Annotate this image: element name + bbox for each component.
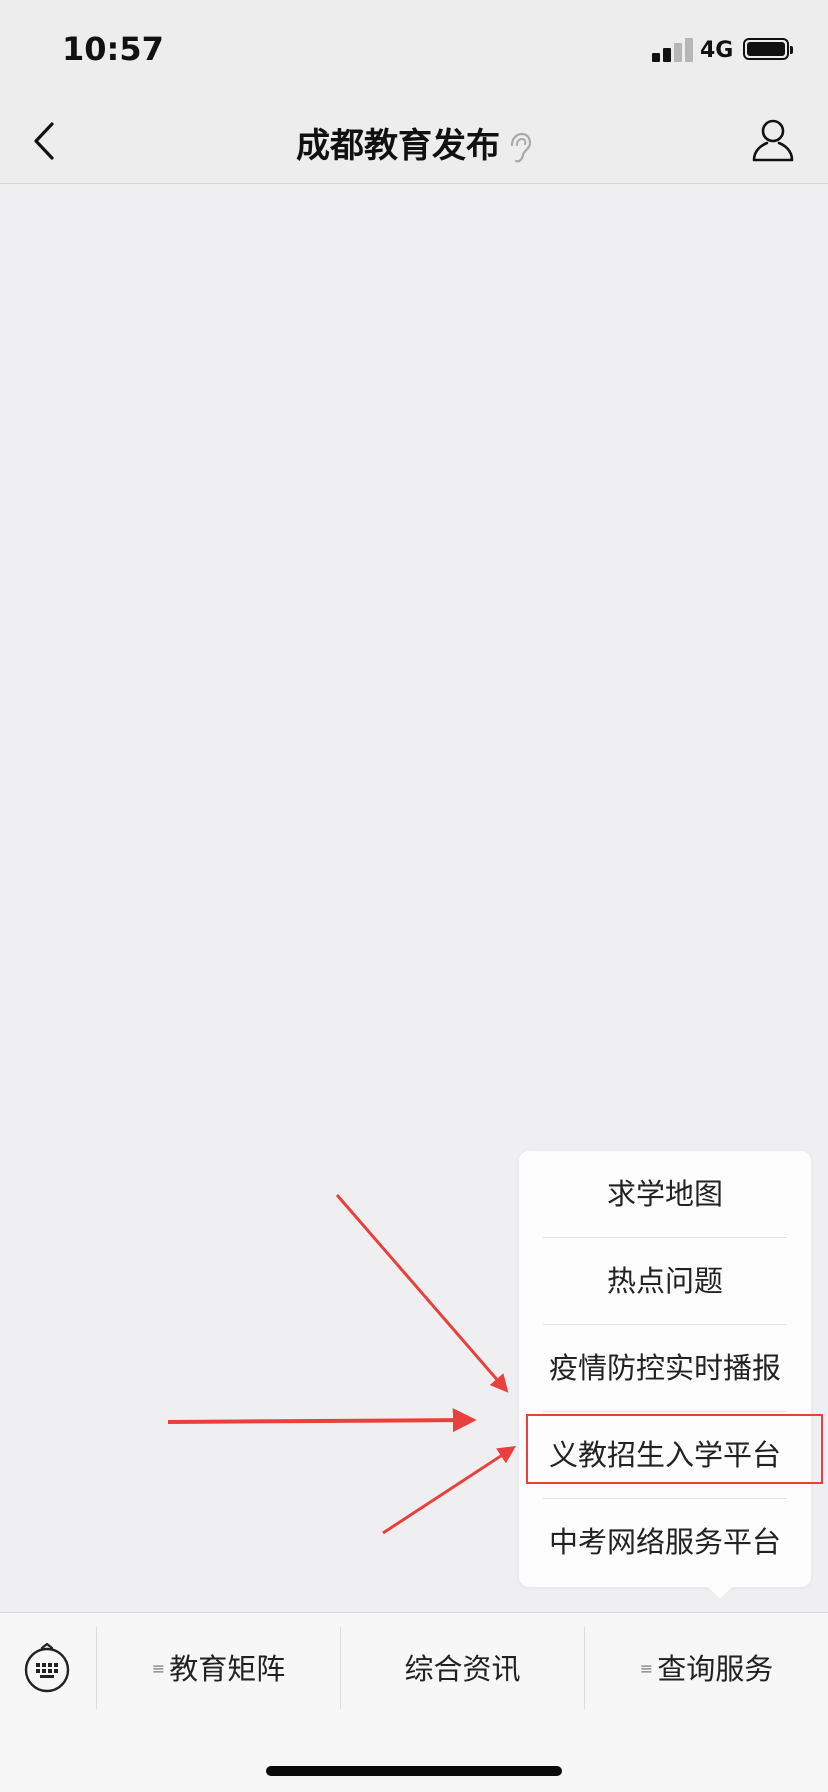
battery-icon xyxy=(743,38,793,60)
keyboard-icon xyxy=(24,1642,70,1693)
network-type: 4G xyxy=(700,38,734,63)
tab-label: 教育矩阵 xyxy=(169,1652,286,1686)
query-services-popup-menu: 求学地图 热点问题 疫情防控实时播报 义教招生入学平台 中考网络服务平台 xyxy=(519,1151,811,1599)
menu-item-study-map[interactable]: 求学地图 xyxy=(519,1151,811,1237)
ear-icon[interactable] xyxy=(506,131,532,165)
page-title-text: 成都教育发布 xyxy=(296,126,500,166)
menu-list-icon: ≡ xyxy=(151,1659,166,1678)
arrow-diagonal-up xyxy=(382,1446,517,1535)
menu-item-exam-service-platform[interactable]: 中考网络服务平台 xyxy=(519,1499,811,1585)
service-menu-bar: ≡ 教育矩阵 综合资讯 ≡ 查询服务 xyxy=(0,1612,828,1792)
chat-screen: 10:57 4G 成都教育发布 求学地图 热点问题 疫情防控实时播报 义教招生入… xyxy=(0,0,828,1792)
tab-label: 综合资讯 xyxy=(404,1652,521,1686)
navigation-bar: 成都教育发布 xyxy=(0,100,828,184)
tab-query-services[interactable]: ≡ 查询服务 xyxy=(585,1613,828,1725)
status-bar: 10:57 4G xyxy=(0,0,828,100)
status-time: 10:57 xyxy=(62,30,164,68)
profile-button[interactable] xyxy=(746,114,800,168)
menu-item-epidemic-broadcast[interactable]: 疫情防控实时播报 xyxy=(519,1325,811,1411)
tab-general-news[interactable]: 综合资讯 xyxy=(341,1613,584,1725)
keyboard-toggle-button[interactable] xyxy=(22,1639,72,1695)
home-indicator[interactable] xyxy=(266,1766,562,1776)
arrow-horizontal xyxy=(167,1408,477,1433)
tab-education-matrix[interactable]: ≡ 教育矩阵 xyxy=(97,1613,340,1725)
arrow-diagonal-down xyxy=(335,1194,509,1393)
user-icon xyxy=(752,119,794,162)
tab-label: 查询服务 xyxy=(657,1652,774,1686)
menu-list-icon: ≡ xyxy=(639,1659,654,1678)
menu-item-hot-issues[interactable]: 热点问题 xyxy=(519,1238,811,1324)
page-title: 成都教育发布 xyxy=(0,118,828,167)
highlight-box-enrollment xyxy=(526,1414,823,1484)
signal-icon xyxy=(652,36,702,62)
